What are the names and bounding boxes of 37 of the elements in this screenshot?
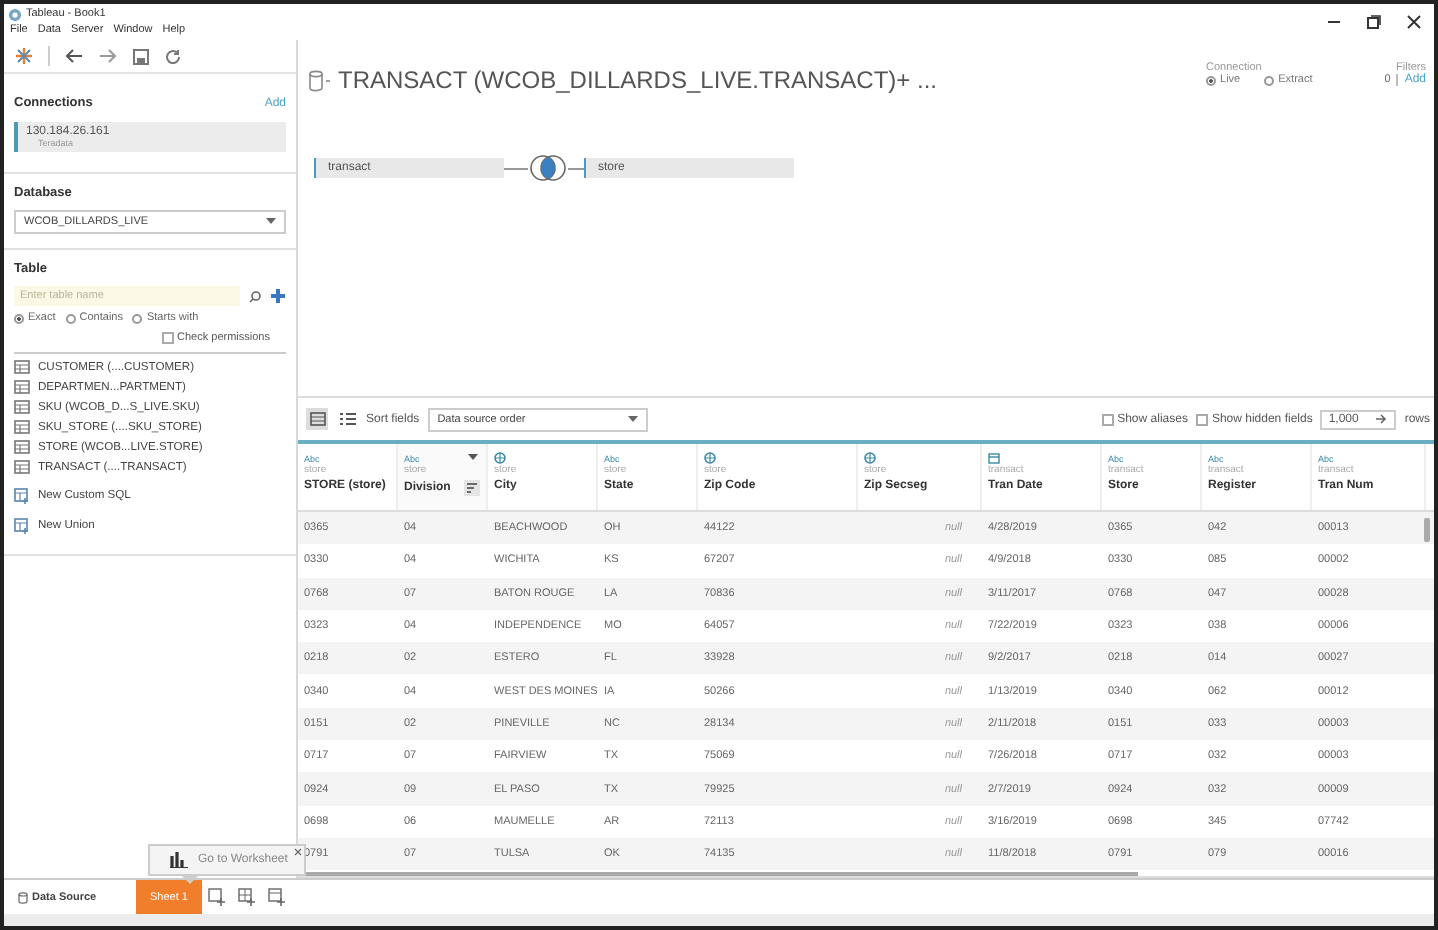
arrow-icon [1376,414,1389,424]
refresh-icon[interactable] [164,47,182,65]
add-table-icon [14,518,30,534]
new-worksheet-icon[interactable] [207,888,226,906]
globe-icon[interactable] [494,452,506,464]
back-arrow-icon[interactable] [64,48,84,64]
table-icon [14,440,30,454]
database-icon [18,891,28,903]
scrollbar-icon[interactable] [1424,518,1430,542]
globe-icon[interactable] [704,452,716,464]
new-story-icon[interactable] [267,888,286,906]
save-icon[interactable] [132,47,150,65]
caret-icon[interactable] [468,454,478,462]
inner-join-icon[interactable] [528,154,568,182]
calendar-icon[interactable] [988,452,1000,464]
add-table-icon [14,488,30,504]
forward-arrow-icon[interactable] [98,48,118,64]
table-icon [14,400,30,414]
plus-icon[interactable] [270,288,286,304]
data-source-title[interactable]: TRANSACT (WCOB_DILLARDS_LIVE.TRANSACT)+ ... [338,66,1207,94]
close-icon[interactable] [1406,14,1422,30]
restore-icon[interactable] [1366,14,1382,30]
globe-icon[interactable] [864,452,876,464]
view-toggle-button[interactable] [336,408,358,430]
new-dashboard-icon[interactable] [237,888,256,906]
search-icon[interactable] [248,289,262,303]
bar-chart-icon [170,852,188,868]
app-logo-icon [8,7,22,21]
view-toggle-button[interactable] [306,408,328,430]
caret-icon [627,415,638,423]
table-icon [14,360,30,374]
table-icon [14,380,30,394]
table-icon [14,420,30,434]
table-icon [14,460,30,474]
caret-icon [266,218,276,226]
sort-icon[interactable] [464,480,480,496]
database-icon[interactable] [308,70,332,92]
